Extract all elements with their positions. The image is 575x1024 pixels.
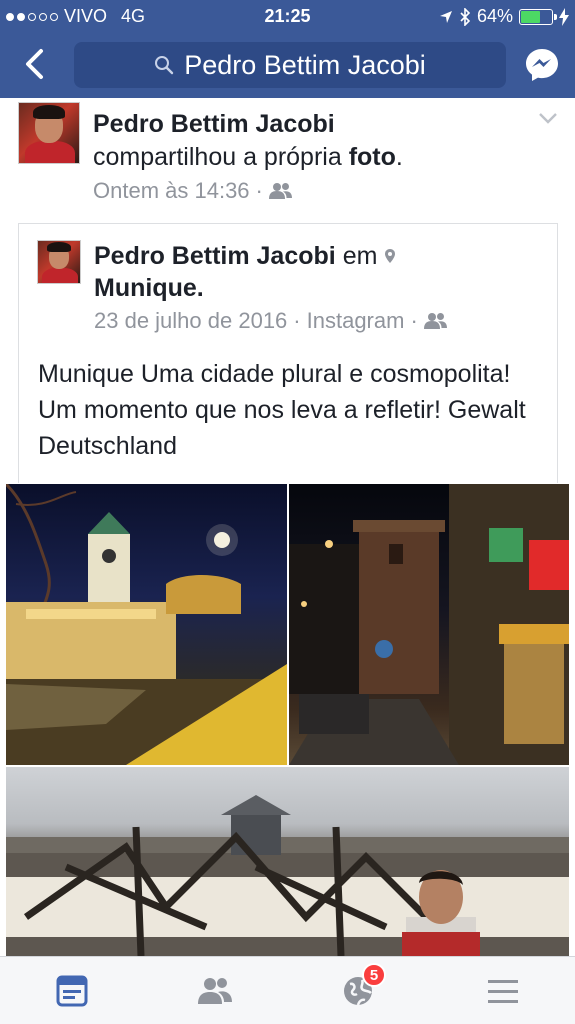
friends-icon: [268, 183, 292, 199]
location-prefix: em: [342, 242, 378, 270]
friend-requests-icon: [198, 978, 232, 1004]
tab-news-feed[interactable]: [52, 971, 92, 1011]
tab-menu[interactable]: [483, 971, 523, 1011]
meta-separator: ·: [293, 308, 301, 333]
shared-post-text: Munique Uma cidade plural e cosmopolita!…: [38, 360, 526, 460]
tab-bar: 5: [0, 956, 575, 1024]
location-arrow-icon: [439, 10, 452, 23]
story-header: Pedro Bettim Jacobi compartilhou a própr…: [18, 102, 558, 212]
chevron-down-icon[interactable]: [538, 110, 558, 126]
chevron-left-icon: [26, 49, 43, 79]
photo-munich-night-street[interactable]: [289, 484, 569, 765]
shared-post-author-line: Pedro Bettim Jacobi em: [94, 240, 544, 272]
location-line: Munique.: [94, 272, 544, 304]
search-icon: [155, 56, 174, 75]
battery-icon: [519, 8, 557, 25]
story-timestamp[interactable]: Ontem às 14:36: [93, 174, 250, 208]
meta-separator: ·: [255, 178, 263, 203]
tab-notifications[interactable]: 5: [338, 963, 386, 1011]
tab-friend-requests[interactable]: [195, 971, 235, 1011]
search-field[interactable]: Pedro Bettim Jacobi: [74, 42, 506, 88]
author-avatar[interactable]: [18, 102, 80, 164]
friends-icon: [423, 313, 447, 329]
battery-fill: [521, 10, 540, 23]
status-bar: VIVO 4G 21:25 64%: [0, 0, 575, 32]
shared-post-date[interactable]: 23 de julho de 2016: [94, 304, 287, 338]
meta-separator: ·: [410, 308, 418, 333]
news-feed[interactable]: Pedro Bettim Jacobi compartilhou a própr…: [0, 98, 575, 956]
menu-icon: [488, 980, 518, 1003]
top-bar: VIVO 4G 21:25 64% Pedro Bettim Jacobi: [0, 0, 575, 98]
shared-post-author[interactable]: Pedro Bettim Jacobi: [94, 242, 336, 270]
messenger-button[interactable]: [523, 46, 561, 84]
back-button[interactable]: [14, 44, 54, 84]
shared-post-source[interactable]: Instagram: [307, 304, 405, 338]
story-action-suffix: .: [395, 143, 403, 171]
photo-grid: [6, 484, 569, 956]
news-feed-icon: [56, 975, 88, 1007]
story-author-name[interactable]: Pedro Bettim Jacobi: [93, 108, 533, 140]
story-action-bold[interactable]: foto: [349, 143, 396, 171]
charging-bolt-icon: [559, 7, 569, 26]
photo-memorial-sculpture[interactable]: [6, 767, 569, 956]
location-name[interactable]: Munique: [94, 274, 197, 302]
location-suffix: .: [196, 274, 204, 302]
shared-post-meta: 23 de julho de 2016 · Instagram ·: [94, 304, 544, 338]
search-query: Pedro Bettim Jacobi: [184, 49, 426, 80]
location-pin-icon: [385, 249, 396, 263]
story-meta: Ontem às 14:36 ·: [93, 174, 533, 208]
bluetooth-icon: [460, 7, 471, 26]
shared-post-card[interactable]: Pedro Bettim Jacobi em Munique. 23 de ju…: [18, 223, 558, 483]
status-right: 64%: [439, 6, 569, 27]
battery-percent: 64%: [476, 6, 513, 26]
story-action-prefix: compartilhou a própria: [93, 143, 349, 171]
story-action: compartilhou a própria foto.: [93, 140, 533, 174]
shared-author-avatar[interactable]: [37, 240, 81, 284]
shared-post-header: Pedro Bettim Jacobi em Munique. 23 de ju…: [94, 240, 544, 338]
messenger-icon: [526, 49, 558, 81]
photo-munich-night-building[interactable]: [6, 484, 287, 765]
nav-row: Pedro Bettim Jacobi: [0, 36, 575, 92]
story-header-text: Pedro Bettim Jacobi compartilhou a própr…: [93, 108, 533, 208]
notification-badge: 5: [362, 963, 386, 987]
